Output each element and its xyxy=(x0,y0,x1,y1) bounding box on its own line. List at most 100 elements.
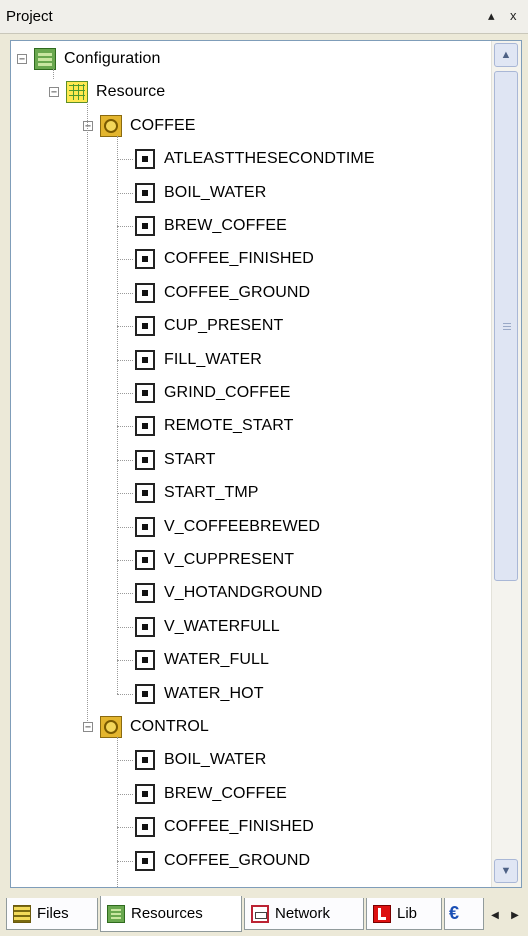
tree-item-label: COFFEE_FINISHED xyxy=(164,250,314,268)
tree-connector xyxy=(117,793,133,795)
tree-item-variable[interactable]: WATER_HOT xyxy=(135,680,264,708)
tree-item-root[interactable]: − Configuration xyxy=(17,45,160,73)
variable-icon xyxy=(135,316,155,337)
tab-label: Network xyxy=(275,905,331,922)
tree-item-variable[interactable]: V_CUPPRESENT xyxy=(135,546,294,574)
task-icon xyxy=(100,114,122,137)
tree-item-variable[interactable]: START xyxy=(135,446,215,474)
tree-item-label: START xyxy=(164,450,216,468)
tab-files[interactable]: Files xyxy=(6,898,98,930)
tree-item-label: CUP_PRESENT xyxy=(164,317,284,335)
scroll-thumb[interactable] xyxy=(494,71,518,581)
tree-item-variable[interactable]: COFFEE_FINISHED xyxy=(135,813,314,841)
collapse-toggle-icon[interactable]: − xyxy=(83,120,93,131)
tree-item-variable[interactable]: BREW_COFFEE xyxy=(135,212,287,240)
tree-item-variable[interactable]: COFFEE_GROUND xyxy=(135,279,310,307)
variable-icon xyxy=(135,149,155,170)
variable-icon xyxy=(135,282,155,303)
close-icon[interactable]: x xyxy=(510,8,517,23)
tab-bar: Files Resources Network Lib € ◀ ▶ xyxy=(0,892,528,936)
tab-scroll-right-button[interactable]: ▶ xyxy=(506,906,524,926)
tree-connector xyxy=(117,860,133,862)
variable-icon xyxy=(135,583,155,604)
tree-connector xyxy=(117,259,133,261)
pin-icon[interactable]: ▴ xyxy=(488,8,495,24)
tree-item-variable[interactable]: WATER_FULL xyxy=(135,646,269,674)
vertical-scrollbar[interactable]: ▲ ▼ xyxy=(491,41,521,887)
tree-item-variable[interactable]: CUP_PRESENT xyxy=(135,312,283,340)
tree-item-variable[interactable]: V_HOTANDGROUND xyxy=(135,579,322,607)
scroll-up-button[interactable]: ▲ xyxy=(494,43,518,67)
thumb-grip xyxy=(503,329,511,330)
tree-connector xyxy=(117,693,133,695)
tree-item-label: Configuration xyxy=(64,50,161,67)
tree-item-label: REMOTE_START xyxy=(164,417,294,435)
tree-item-label: COFFEE_GROUND xyxy=(164,851,311,869)
tree-connector xyxy=(117,135,118,694)
scroll-down-button[interactable]: ▼ xyxy=(494,859,518,883)
tab-partial[interactable]: € xyxy=(444,898,484,930)
tree-item-variable[interactable]: REMOTE_START xyxy=(135,412,294,440)
tree-connector xyxy=(53,69,54,79)
variable-icon xyxy=(135,850,155,871)
project-tree-panel: − Configuration − Resource − COFFEE ATLEASTTHE… xyxy=(10,40,522,888)
configuration-icon xyxy=(34,48,56,70)
tab-resources[interactable]: Resources xyxy=(100,896,242,932)
tree-item-variable[interactable]: V_WATERFULL xyxy=(135,613,280,641)
tab-network[interactable]: Network xyxy=(244,898,364,930)
tree-connector xyxy=(117,326,133,328)
tree-item-label: V_COFFEEBREWED xyxy=(164,517,321,535)
tree-connector xyxy=(117,760,133,762)
variable-icon xyxy=(135,650,155,671)
tree-connector xyxy=(117,737,118,887)
tab-scroll-left-button[interactable]: ◀ xyxy=(486,906,504,926)
tree-connector xyxy=(117,192,133,194)
tree-item-task[interactable]: − CONTROL xyxy=(83,713,209,741)
tree-item-label: CONTROL xyxy=(130,718,209,735)
collapse-toggle-icon[interactable]: − xyxy=(83,722,93,733)
tree-item-variable[interactable]: GRIND_COFFEE xyxy=(135,379,291,407)
tree-item-resource[interactable]: − Resource xyxy=(49,78,165,106)
tree-connector xyxy=(117,426,133,428)
tab-lib[interactable]: Lib xyxy=(366,898,442,930)
tree-connector xyxy=(117,459,133,461)
tree-connector xyxy=(117,660,133,662)
tree-connector xyxy=(117,359,133,361)
tree-connector xyxy=(87,102,88,721)
tree-item-label: V_HOTANDGROUND xyxy=(164,584,323,602)
tree-connector xyxy=(117,226,133,227)
tree-item-label: WATER_FULL xyxy=(164,651,270,669)
tree-item-label: WATER_HOT xyxy=(164,684,264,702)
tree-item-label: BREW_COFFEE xyxy=(164,784,287,802)
tree-item-variable[interactable]: BREW_COFFEE xyxy=(135,780,287,808)
tree-item-variable[interactable]: BOIL_WATER xyxy=(135,746,266,774)
variable-icon xyxy=(135,349,155,370)
tree-connector xyxy=(117,526,133,528)
tree-item-variable[interactable]: V_COFFEEBREWED xyxy=(135,513,320,541)
collapse-toggle-icon[interactable]: − xyxy=(49,87,59,98)
variable-icon xyxy=(135,182,155,203)
variable-icon xyxy=(135,683,155,704)
variable-icon xyxy=(135,483,155,504)
tree-item-label: START_TMP xyxy=(164,484,259,502)
tree-item-variable[interactable]: FILL_WATER xyxy=(135,346,262,374)
project-tree[interactable]: − Configuration − Resource − COFFEE ATLEASTTHE… xyxy=(11,41,491,887)
partial-tab-icon: € xyxy=(449,903,460,923)
variable-icon xyxy=(135,616,155,637)
tree-item-label: BOIL_WATER xyxy=(164,751,267,769)
collapse-toggle-icon[interactable]: − xyxy=(17,54,27,65)
tree-item-task[interactable]: − COFFEE xyxy=(83,112,196,140)
tree-item-variable[interactable]: BOIL_WATER xyxy=(135,179,266,207)
variable-icon xyxy=(135,249,155,270)
tree-item-variable[interactable]: ATLEASTTHESECONDTIME xyxy=(135,145,375,173)
tree-item-variable[interactable]: COFFEE_GROUND xyxy=(135,847,310,875)
variable-icon xyxy=(135,750,155,771)
tree-connector xyxy=(117,626,133,628)
tab-label: Resources xyxy=(131,905,203,922)
tree-item-variable[interactable]: START_TMP xyxy=(135,479,259,507)
task-icon xyxy=(100,716,122,738)
variable-icon xyxy=(135,550,155,570)
thumb-grip xyxy=(503,323,511,324)
tree-connector xyxy=(117,493,133,495)
tree-item-variable[interactable]: COFFEE_FINISHED xyxy=(135,245,314,273)
